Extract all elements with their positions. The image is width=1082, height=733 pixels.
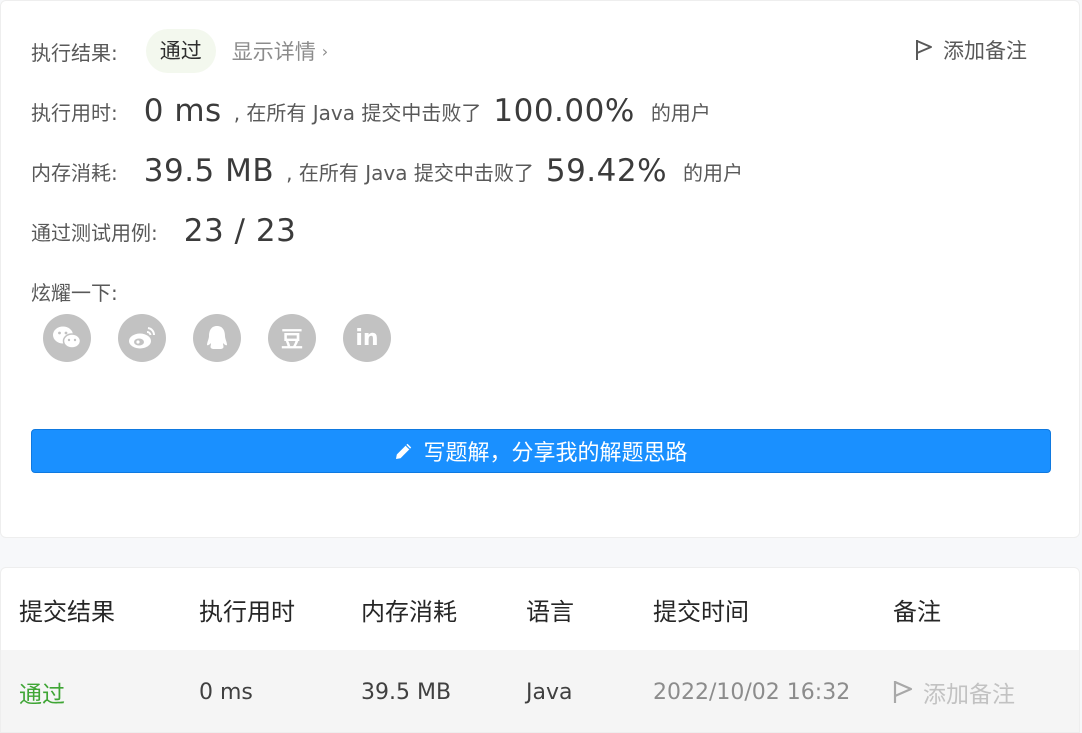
row-add-note-label: 添加备注 [923, 682, 1015, 708]
table-row[interactable]: 通过 0 ms 39.5 MB Java 2022/10/02 16:32 添加… [1, 650, 1079, 732]
memory-value: 39.5 MB [143, 153, 275, 189]
qq-icon[interactable] [193, 314, 241, 362]
douban-glyph: 豆 [280, 328, 303, 353]
table-header: 提交结果 执行用时 内存消耗 语言 提交时间 备注 [1, 568, 1079, 650]
result-label: 执行结果: [31, 40, 118, 65]
submissions-table: 提交结果 执行用时 内存消耗 语言 提交时间 备注 通过 0 ms 39.5 M… [0, 567, 1080, 733]
runtime-value: 0 ms [143, 93, 222, 129]
douban-icon[interactable]: 豆 [268, 314, 316, 362]
row-memory: 39.5 MB [361, 679, 452, 705]
row-add-note-button[interactable]: 添加备注 [893, 650, 1015, 732]
result-card: 执行结果: 通过 显示详情 › 添加备注 执行用时: 0 ms , 在所有 Ja… [0, 0, 1080, 538]
header-note: 备注 [893, 597, 941, 626]
share-icons: 豆 in [43, 314, 418, 362]
header-submit-time: 提交时间 [653, 597, 749, 626]
weibo-icon[interactable] [118, 314, 166, 362]
flag-icon [893, 680, 913, 703]
linkedin-icon[interactable]: in [343, 314, 391, 362]
header-language: 语言 [526, 597, 574, 626]
row-submit-time: 2022/10/02 16:32 [653, 679, 851, 705]
memory-percent: 59.42% [545, 153, 668, 189]
flag-icon [916, 40, 932, 60]
add-note-button[interactable]: 添加备注 [915, 35, 1027, 65]
runtime-suffix: 的用户 [650, 100, 711, 125]
memory-label: 内存消耗: [31, 160, 118, 185]
linkedin-glyph: in [355, 325, 379, 351]
tests-row: 通过测试用例: 23 / 23 [31, 213, 296, 249]
row-result-link[interactable]: 通过 [19, 650, 65, 732]
pencil-icon [396, 443, 412, 459]
row-runtime: 0 ms [199, 679, 253, 705]
runtime-label: 执行用时: [31, 100, 118, 125]
memory-row: 内存消耗: 39.5 MB , 在所有 Java 提交中击败了 59.42% 的… [31, 153, 743, 189]
show-details-label: 显示详情 [231, 40, 316, 64]
write-solution-button[interactable]: 写题解，分享我的解题思路 [31, 429, 1051, 473]
tests-value: 23 / 23 [183, 213, 297, 249]
header-runtime: 执行用时 [199, 597, 295, 626]
row-language: Java [526, 679, 573, 705]
share-label: 炫耀一下: [31, 281, 118, 305]
header-result: 提交结果 [19, 597, 115, 626]
status-badge: 通过 [145, 29, 216, 73]
result-row: 执行结果: 通过 显示详情 › [31, 29, 328, 73]
header-memory: 内存消耗 [361, 597, 457, 626]
write-solution-label: 写题解，分享我的解题思路 [423, 441, 688, 466]
memory-suffix: 的用户 [683, 160, 744, 185]
add-note-label: 添加备注 [943, 39, 1027, 63]
runtime-row: 执行用时: 0 ms , 在所有 Java 提交中击败了 100.00% 的用户 [31, 93, 711, 129]
share-row: 炫耀一下: [31, 277, 118, 306]
show-details-link[interactable]: 显示详情 › [232, 36, 328, 66]
wechat-icon[interactable] [43, 314, 91, 362]
tests-label: 通过测试用例: [31, 220, 158, 245]
runtime-beat-text: , 在所有 Java 提交中击败了 [233, 100, 482, 125]
runtime-percent: 100.00% [493, 93, 635, 129]
chevron-right-icon: › [321, 41, 329, 61]
memory-beat-text: , 在所有 Java 提交中击败了 [286, 160, 534, 185]
